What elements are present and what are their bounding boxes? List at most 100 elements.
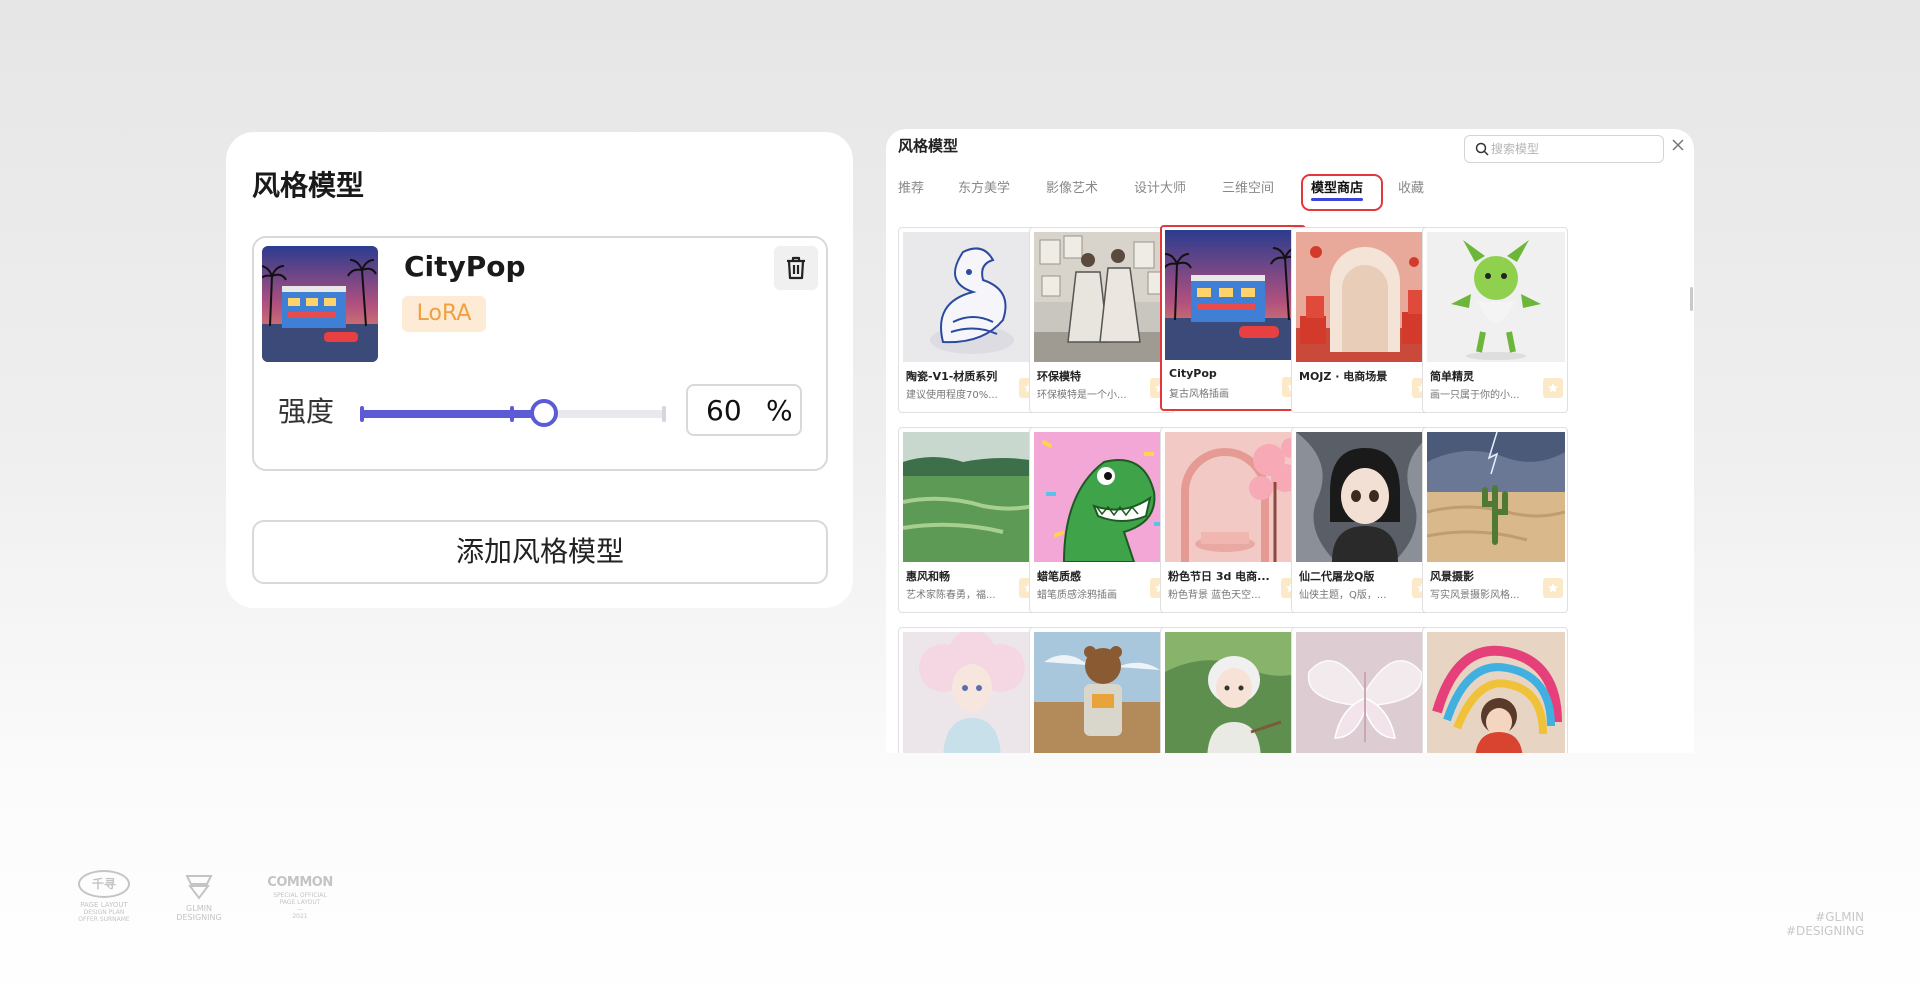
model-card-desc: 艺术家陈春勇，福... — [906, 590, 996, 601]
glmin-logo-icon — [185, 875, 213, 900]
tab-oriental-aesthetics[interactable]: 东方美学 — [958, 177, 1010, 196]
model-card[interactable] — [1422, 627, 1568, 753]
logo-glmin: GLMIN DESIGNING — [176, 872, 222, 922]
model-name: CityPop — [404, 250, 526, 283]
logo-text: SPECIAL OFFICIAL — [273, 892, 327, 899]
slider-tick — [662, 406, 666, 422]
add-style-model-button[interactable]: 添加风格模型 — [252, 520, 828, 584]
tab-underline — [1311, 198, 1364, 201]
model-card-image — [903, 632, 1041, 753]
model-card[interactable]: 仙二代屠龙Q版 仙侠主题，Q版，... — [1291, 427, 1437, 613]
model-card-image — [903, 432, 1041, 562]
logo-text: DESIGN PLAN — [83, 909, 125, 916]
model-card-image — [1034, 232, 1172, 362]
model-card[interactable]: MOJZ · 电商场景 — [1291, 227, 1437, 413]
strength-input[interactable]: 60 % — [686, 384, 802, 436]
model-card[interactable] — [898, 627, 1044, 753]
model-card-image — [1427, 232, 1565, 362]
model-card-title: 蜡笔质感 — [1037, 570, 1081, 583]
tab-recommended[interactable]: 推荐 — [898, 177, 924, 196]
model-card[interactable] — [1291, 627, 1437, 753]
logo-text: — — [297, 906, 303, 913]
trash-icon — [787, 256, 805, 280]
tab-design-master[interactable]: 设计大师 — [1134, 177, 1186, 196]
tab-3d-space[interactable]: 三维空间 — [1222, 177, 1274, 196]
model-card-title: MOJZ · 电商场景 — [1299, 370, 1388, 383]
model-card-desc: 蜡笔质感涂鸦插画 — [1037, 590, 1117, 601]
slider-tick — [510, 406, 514, 422]
grid-scrollbar[interactable] — [1690, 287, 1693, 311]
card-title: 风格模型 — [252, 169, 365, 202]
star-icon — [1548, 383, 1558, 393]
model-card-desc: 仙侠主题，Q版，... — [1299, 590, 1387, 601]
style-model-picker: 风格模型 推荐 东方美学 影像艺术 设计大师 三维空间 模型商店 收藏 — [886, 129, 1694, 753]
model-card-image — [1165, 632, 1303, 753]
model-card-image — [1427, 432, 1565, 562]
model-card-image — [903, 232, 1041, 362]
hashtags: #GLMIN #DESIGNING — [1786, 910, 1864, 938]
model-card[interactable]: 环保模特 环保模特是一个小... — [1029, 227, 1175, 413]
model-card[interactable]: 惠风和畅 艺术家陈春勇，福... — [898, 427, 1044, 613]
model-card-title: 粉色节日 3d 电商... — [1168, 570, 1270, 583]
favorite-star-button[interactable] — [1543, 378, 1563, 398]
model-card-selected[interactable]: CityPop 复古风格插画 — [1160, 225, 1306, 411]
logo-text: GLMIN — [186, 904, 212, 913]
model-card-title: 惠风和畅 — [906, 570, 950, 583]
percent-unit: % — [766, 394, 793, 427]
model-card-image — [1034, 432, 1172, 562]
model-card[interactable] — [1029, 627, 1175, 753]
model-card-desc: 复古风格插画 — [1169, 389, 1229, 400]
logo-text: OFFER SURNAME — [78, 916, 130, 923]
tab-image-art[interactable]: 影像艺术 — [1046, 177, 1098, 196]
logo-text: DESIGNING — [176, 913, 222, 922]
model-thumbnail — [262, 246, 378, 362]
strength-slider[interactable] — [360, 399, 666, 427]
close-icon[interactable] — [1670, 137, 1686, 153]
model-card-desc: 建议使用程度70%... — [906, 390, 998, 401]
search-box[interactable] — [1464, 135, 1664, 163]
model-card[interactable]: 粉色节日 3d 电商... 粉色背景 蓝色天空... — [1160, 427, 1306, 613]
model-card-image — [1296, 232, 1434, 362]
logo-mark: 千寻 — [78, 870, 130, 898]
logo-text: PAGE LAYOUT — [279, 899, 321, 906]
slider-tick — [360, 406, 364, 422]
tab-model-store[interactable]: 模型商店 — [1311, 177, 1364, 201]
model-card-image — [1165, 230, 1303, 360]
model-card-title: 简单精灵 — [1430, 370, 1474, 383]
hashtag: #DESIGNING — [1786, 924, 1865, 938]
slider-fill — [360, 410, 544, 418]
selected-model-item: CityPop LoRA 强度 60 % — [252, 236, 828, 471]
model-card-image — [1427, 632, 1565, 753]
slider-handle[interactable] — [530, 399, 558, 427]
logo-page-layout: 千寻 PAGE LAYOUT DESIGN PLAN OFFER SURNAME — [72, 870, 136, 923]
model-card-image — [1296, 432, 1434, 562]
model-card-title: 环保模特 — [1037, 370, 1081, 383]
model-type-badge: LoRA — [402, 296, 486, 332]
model-card-desc: 画一只属于你的小... — [1430, 390, 1520, 401]
model-card-image — [1034, 632, 1172, 753]
model-card[interactable]: 风景摄影 写实风景摄影风格... — [1422, 427, 1568, 613]
search-input[interactable] — [1491, 138, 1659, 160]
style-model-card: 风格模型 CityPop LoRA 强度 60 % 添加风格模型 — [226, 132, 853, 608]
logo-text: PAGE LAYOUT — [80, 901, 128, 909]
model-card[interactable]: 陶瓷-V1-材质系列 建议使用程度70%... — [898, 227, 1044, 413]
model-card-image — [1296, 632, 1434, 753]
model-card[interactable]: 简单精灵 画一只属于你的小... — [1422, 227, 1568, 413]
tab-favorites[interactable]: 收藏 — [1398, 177, 1424, 196]
logo-common: COMMON SPECIAL OFFICIAL PAGE LAYOUT — 20… — [262, 875, 338, 921]
hashtag: #GLMIN — [1815, 910, 1865, 924]
model-card[interactable] — [1160, 627, 1306, 753]
stage: 风格模型 CityPop LoRA 强度 60 % 添加风格模型 风格模型 搜索… — [0, 0, 1920, 1001]
logo-text: 2021 — [292, 913, 308, 920]
model-card-desc: 写实风景摄影风格... — [1430, 590, 1520, 601]
model-card-desc: 环保模特是一个小... — [1037, 390, 1127, 401]
model-card-title: CityPop — [1169, 367, 1217, 380]
model-card[interactable]: 蜡笔质感 蜡笔质感涂鸦插画 — [1029, 427, 1175, 613]
strength-value: 60 — [706, 394, 742, 427]
favorite-star-button[interactable] — [1543, 578, 1563, 598]
logo-mark: COMMON — [267, 875, 333, 890]
model-card-title: 风景摄影 — [1430, 570, 1474, 583]
delete-model-button[interactable] — [774, 246, 818, 290]
model-card-desc: 粉色背景 蓝色天空... — [1168, 590, 1261, 601]
strength-label: 强度 — [278, 395, 335, 428]
